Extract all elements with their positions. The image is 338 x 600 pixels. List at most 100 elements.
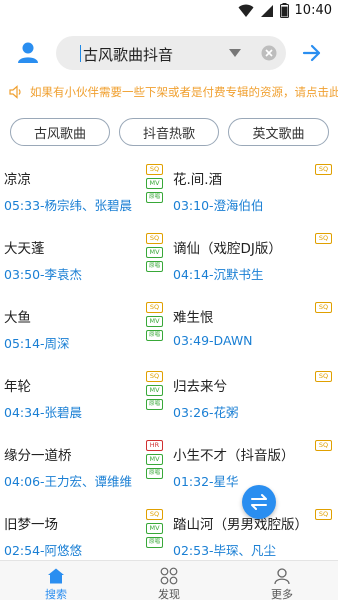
tag-button-gufeng[interactable]: 古风歌曲: [10, 118, 110, 146]
song-meta: 03:10-澄海伯伯: [173, 195, 303, 214]
song-item[interactable]: 谪仙（戏腔DJ版） 04:14-沉默书生 SQ: [169, 227, 338, 296]
notice-banner[interactable]: 如果有小伙伴需要一些下架或者是付费专辑的资源，请点击此处: [0, 82, 338, 102]
song-item[interactable]: 大天蓬 03:50-李袁杰 SQ MV 原唱: [0, 227, 169, 296]
song-artist[interactable]: 星华: [214, 474, 239, 489]
song-meta: 01:32-星华: [173, 471, 303, 490]
song-item[interactable]: 大鱼 05:14-周深 SQ MV 原唱: [0, 296, 169, 365]
song-meta: 03:50-李袁杰: [4, 264, 134, 283]
dropdown-arrow-icon[interactable]: [228, 47, 242, 59]
song-badges: SQ: [315, 440, 333, 454]
user-avatar-icon[interactable]: [16, 40, 40, 64]
song-artist[interactable]: 杨宗纬、张碧晨: [45, 198, 133, 213]
search-row: 古风歌曲抖音: [0, 32, 338, 74]
song-title: 旧梦一场: [4, 517, 58, 533]
song-badges: SQ MV 原唱: [146, 509, 164, 551]
search-go-arrow-icon[interactable]: [302, 43, 322, 63]
clear-icon[interactable]: [261, 45, 277, 61]
discover-icon: [160, 567, 178, 585]
status-bar: 10:40: [0, 0, 338, 24]
song-duration: 01:32: [173, 474, 210, 489]
song-title: 缘分一道桥: [4, 448, 72, 464]
badge-mv: MV: [146, 247, 163, 258]
song-artist[interactable]: 毕琛、凡尘: [214, 543, 277, 558]
badge-mv: MV: [146, 316, 163, 327]
song-artist[interactable]: 周深: [45, 336, 70, 351]
song-title: 凉凉: [4, 172, 31, 188]
nav-item-more[interactable]: 更多: [252, 565, 312, 600]
tag-button-english[interactable]: 英文歌曲: [228, 118, 329, 146]
song-duration: 03:50: [4, 267, 41, 282]
song-item[interactable]: 花.间.酒 03:10-澄海伯伯 SQ: [169, 158, 338, 227]
song-badges: SQ: [315, 233, 333, 247]
status-icons: 10:40: [238, 3, 332, 18]
badge-sq: SQ: [146, 233, 163, 244]
badge-mv: MV: [146, 178, 163, 189]
clock: 10:40: [294, 3, 332, 18]
song-meta: 03:26-花粥: [173, 402, 303, 421]
song-duration: 05:14: [4, 336, 41, 351]
swap-icon: [251, 494, 267, 510]
signal-icon: [260, 4, 273, 17]
badge-hq: 原唱: [146, 330, 163, 341]
nav-item-discover[interactable]: 发现: [139, 565, 199, 600]
song-badges: SQ: [315, 509, 333, 523]
song-meta: 04:34-张碧晨: [4, 402, 134, 421]
badge-sq: SQ: [315, 233, 332, 244]
song-title: 归去来兮: [173, 379, 227, 395]
notice-text: 如果有小伙伴需要一些下架或者是付费专辑的资源，请点击此处: [30, 85, 338, 99]
badge-sq: SQ: [146, 302, 163, 313]
song-meta: 02:53-毕琛、凡尘: [173, 540, 303, 559]
badge-sq: SQ: [146, 371, 163, 382]
song-artist[interactable]: 沉默书生: [214, 267, 264, 282]
song-title: 花.间.酒: [173, 172, 223, 188]
song-title: 大天蓬: [4, 241, 45, 257]
song-badges: SQ MV 原唱: [146, 371, 164, 413]
song-meta: 02:54-阿悠悠: [4, 540, 134, 559]
song-item[interactable]: 难生恨 03:49-DAWN SQ: [169, 296, 338, 365]
song-title: 谪仙（戏腔DJ版）: [173, 241, 282, 257]
song-badges: SQ MV 原唱: [146, 164, 164, 206]
home-icon: [48, 568, 64, 584]
song-duration: 03:10: [173, 198, 210, 213]
switch-fab-button[interactable]: [242, 485, 276, 519]
song-meta: 05:14-周深: [4, 333, 134, 352]
nav-label-search: 搜索: [45, 588, 67, 600]
badge-hr: HR: [146, 440, 163, 451]
song-artist[interactable]: 花粥: [214, 405, 239, 420]
song-artist[interactable]: DAWN: [214, 333, 253, 348]
song-duration: 04:14: [173, 267, 210, 282]
song-artist[interactable]: 李袁杰: [45, 267, 83, 282]
song-title: 小生不才（抖音版）: [173, 448, 295, 464]
song-duration: 02:53: [173, 543, 210, 558]
speaker-icon: [9, 85, 21, 99]
song-meta: 04:14-沉默书生: [173, 264, 303, 283]
badge-mv: MV: [146, 385, 163, 396]
song-item[interactable]: 年轮 04:34-张碧晨 SQ MV 原唱: [0, 365, 169, 434]
badge-hq: 原唱: [146, 192, 163, 203]
search-input[interactable]: 古风歌曲抖音: [56, 36, 286, 70]
song-item[interactable]: 缘分一道桥 04:06-王力宏、谭维维 HR MV 原唱: [0, 434, 169, 503]
song-badges: SQ: [315, 164, 333, 178]
song-badges: HR MV 原唱: [146, 440, 164, 482]
song-duration: 02:54: [4, 543, 41, 558]
bottom-nav: 搜索 发现 更多: [0, 560, 338, 600]
song-artist[interactable]: 阿悠悠: [45, 543, 83, 558]
song-badges: SQ MV 原唱: [146, 233, 164, 275]
song-artist[interactable]: 澄海伯伯: [214, 198, 264, 213]
song-artist[interactable]: 张碧晨: [45, 405, 83, 420]
badge-mv: MV: [146, 454, 163, 465]
badge-hq: 原唱: [146, 261, 163, 272]
song-artist[interactable]: 王力宏、谭维维: [45, 474, 133, 489]
text-cursor: [80, 45, 81, 62]
song-badges: SQ MV 原唱: [146, 302, 164, 344]
badge-hq: 原唱: [146, 399, 163, 410]
tag-button-douyin[interactable]: 抖音热歌: [119, 118, 219, 146]
badge-sq: SQ: [315, 371, 332, 382]
tag-row: 古风歌曲 抖音热歌 英文歌曲: [0, 118, 338, 148]
battery-icon: [279, 3, 289, 18]
badge-sq: SQ: [315, 302, 332, 313]
nav-item-search[interactable]: 搜索: [26, 565, 86, 600]
badge-sq: SQ: [315, 440, 332, 451]
song-item[interactable]: 归去来兮 03:26-花粥 SQ: [169, 365, 338, 434]
song-item[interactable]: 凉凉 05:33-杨宗纬、张碧晨 SQ MV 原唱: [0, 158, 169, 227]
